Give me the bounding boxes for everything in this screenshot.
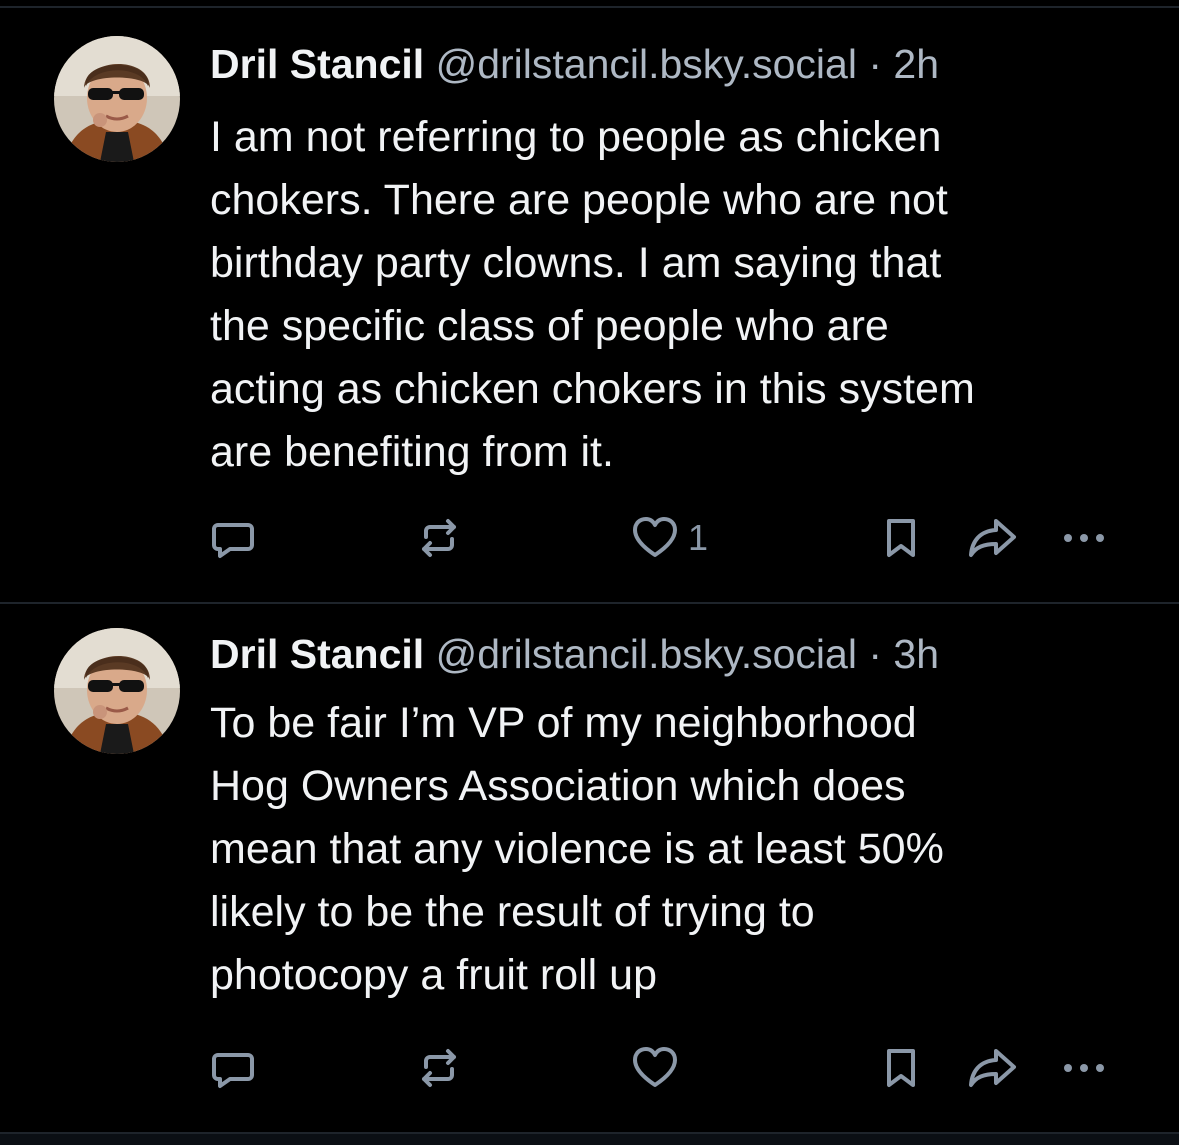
post[interactable]: Dril Stancil @drilstancil.bsky.social · … — [0, 8, 1179, 602]
more-icon — [1064, 1064, 1104, 1072]
handle[interactable]: @drilstancil.bsky.social — [436, 631, 857, 677]
reply-icon — [212, 1053, 254, 1088]
post-actions — [0, 1040, 1179, 1096]
bookmark-button[interactable] — [876, 1040, 926, 1096]
avatar[interactable] — [54, 628, 180, 754]
timestamp[interactable]: 3h — [893, 631, 939, 677]
like-button[interactable] — [630, 1040, 688, 1096]
share-button[interactable] — [966, 1040, 1020, 1096]
handle[interactable]: @drilstancil.bsky.social — [436, 41, 857, 87]
avatar[interactable] — [54, 36, 180, 162]
timestamp[interactable]: 2h — [893, 41, 939, 87]
post-header: Dril Stancil @drilstancil.bsky.social · … — [210, 630, 939, 678]
reply-icon — [212, 523, 254, 558]
separator: · — [868, 631, 883, 677]
like-icon — [633, 517, 677, 557]
share-button[interactable] — [966, 510, 1020, 566]
bookmark-icon — [887, 1049, 915, 1087]
avatar-image — [54, 36, 180, 162]
bottom-divider — [0, 1132, 1179, 1145]
post-text: I am not referring to people as chicken … — [210, 113, 975, 476]
more-icon — [1064, 534, 1104, 542]
display-name[interactable]: Dril Stancil — [210, 631, 424, 677]
bookmark-icon — [887, 519, 915, 557]
repost-button[interactable] — [414, 1040, 464, 1096]
post[interactable]: Dril Stancil @drilstancil.bsky.social · … — [0, 604, 1179, 1132]
post-header: Dril Stancil @drilstancil.bsky.social · … — [210, 40, 939, 88]
repost-icon — [422, 519, 456, 557]
like-count: 1 — [688, 517, 709, 558]
bookmark-button[interactable] — [876, 510, 926, 566]
post-actions: 1 — [0, 510, 1179, 566]
reply-button[interactable] — [208, 1040, 258, 1096]
display-name[interactable]: Dril Stancil — [210, 41, 424, 87]
like-button[interactable]: 1 — [630, 510, 708, 566]
reply-button[interactable] — [208, 510, 258, 566]
share-icon — [969, 519, 1016, 557]
separator: · — [868, 41, 883, 87]
more-options-button[interactable] — [1056, 1040, 1116, 1096]
like-icon — [633, 1047, 677, 1087]
repost-icon — [422, 1049, 456, 1087]
post-text: To be fair I’m VP of my neighborhood Hog… — [210, 699, 944, 999]
repost-button[interactable] — [414, 510, 464, 566]
avatar-image — [54, 628, 180, 754]
share-icon — [969, 1049, 1016, 1087]
more-options-button[interactable] — [1056, 510, 1116, 566]
